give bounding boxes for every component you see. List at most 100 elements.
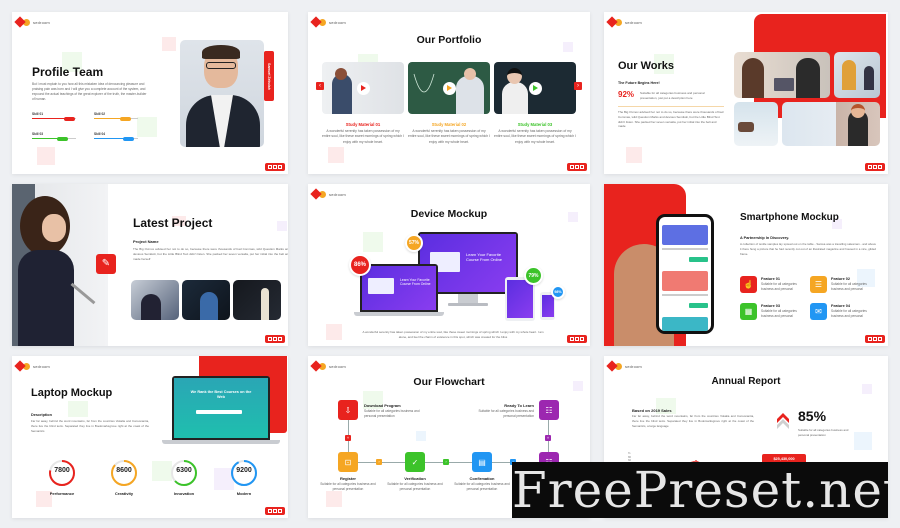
slide-nav-buttons[interactable]	[567, 335, 587, 343]
card-text: A wonderful serenity has taken possessio…	[494, 129, 576, 144]
step-desc: Suitable for all categories business and…	[387, 482, 443, 491]
pencil-icon: ✎	[96, 254, 116, 274]
decor-square	[626, 147, 642, 163]
percent-badge: 57%	[405, 234, 423, 252]
slide-subtitle: Based on 2019 Sales	[632, 408, 672, 413]
play-button[interactable]	[356, 81, 370, 95]
slide-nav-buttons[interactable]	[265, 335, 285, 343]
slide-nav-buttons[interactable]	[865, 163, 885, 171]
card-title: Study Material 02	[431, 122, 467, 127]
stat-description: Suitable for all categories business and…	[798, 428, 849, 437]
course-line	[662, 294, 708, 296]
slide-nav-buttons[interactable]	[865, 335, 885, 343]
skill-bar: Skill 04	[94, 132, 138, 141]
slide-our-works[interactable]: sedroom Our Works The Future Begins Here…	[604, 12, 888, 174]
slide-profile-team[interactable]: sedroom Profile Team But I must explain …	[12, 12, 288, 174]
play-button[interactable]	[442, 81, 456, 95]
stat-label: Performance	[49, 491, 75, 496]
laptop-base	[354, 312, 444, 316]
step-desc: Suitable for all categories business and…	[454, 482, 510, 491]
feature-item: ✉ Feature 04 Suitable for all categories b…	[810, 303, 870, 323]
person-head	[335, 68, 347, 80]
prev-arrow-button[interactable]: ‹	[316, 82, 324, 90]
stat-value: 92%	[618, 90, 635, 99]
slide-laptop-mockup[interactable]: sedroom Laptop Mockup Description Far fa…	[12, 356, 288, 518]
brand-logo: sedroom	[606, 16, 642, 28]
decor-square	[152, 461, 172, 481]
slide-title: Latest Project	[133, 216, 213, 230]
chevron-down-icon: ˅	[345, 435, 351, 441]
skill-bar: Skill 02	[94, 112, 138, 121]
stat-ring: 8600 Creativity	[110, 459, 138, 496]
laptop: We Rank the Best Courses on the Web	[172, 376, 270, 440]
slide-our-portfolio[interactable]: sedroom Our Portfolio ‹ › Study Material…	[308, 12, 590, 174]
monitor-base	[448, 303, 488, 306]
person-figure	[332, 74, 352, 114]
phone-screen	[659, 217, 711, 331]
person-hair	[202, 45, 240, 59]
step-desc: Suitable for all categories business and…	[320, 482, 376, 491]
feature-item: ☝ Feature 01 Suitable for all categories b…	[740, 276, 800, 296]
list-icon: ☰	[810, 276, 827, 293]
slide-title: Our Portfolio	[416, 34, 482, 46]
slide-title: Profile Team	[32, 65, 104, 79]
work-photo	[734, 102, 778, 146]
next-arrow-button[interactable]: ›	[574, 82, 582, 90]
course-banner	[662, 317, 708, 331]
person-figure	[261, 288, 269, 320]
course-banner	[662, 225, 708, 245]
play-button[interactable]	[528, 81, 542, 95]
work-photo	[834, 52, 880, 98]
project-photo	[131, 280, 179, 320]
portfolio-card[interactable]	[494, 62, 576, 114]
feature-item: ▦ Feature 03 Suitable for all categories b…	[740, 303, 800, 323]
hand-pointer-icon: ☝	[740, 276, 757, 293]
brand-logo: sedroom	[310, 360, 346, 372]
laptop-screen: Learn Your Favorite Course From Online	[362, 266, 436, 310]
person-head	[42, 214, 66, 242]
chevron-up-stack-icon	[777, 413, 789, 429]
slide-device-mockup[interactable]: sedroom Device Mockup Learn Your Favorit…	[308, 184, 590, 346]
decor-square	[326, 324, 342, 340]
slide-smartphone-mockup[interactable]: Smartphone Mockup A Partnership In Disco…	[604, 184, 888, 346]
slide-body: A wonderful serenity has taken possessio…	[362, 330, 544, 339]
decor-square	[363, 232, 383, 252]
step-desc: Suitable for all categories business and…	[478, 409, 534, 418]
slide-nav-buttons[interactable]	[265, 163, 285, 171]
decor-square	[162, 37, 176, 51]
stat-value: 85%	[798, 408, 827, 424]
stat-description: Suitable for all categories business and…	[640, 91, 705, 100]
step-title: Ready To Learn	[504, 403, 534, 408]
brand-logo: sedroom	[606, 360, 642, 372]
decor-square	[328, 147, 344, 163]
brand-logo: sedroom	[310, 188, 346, 200]
card-title: Study Material 01	[345, 122, 381, 127]
person-head	[851, 104, 865, 118]
watermark: FreePreset.net	[512, 462, 888, 518]
work-photo	[734, 52, 830, 98]
slide-body: The Big Oxmox advised her not to do so, …	[133, 247, 288, 261]
person-head	[464, 68, 476, 80]
card-text: A wonderful serenity has taken possessio…	[408, 129, 490, 144]
slide-title: Our Works	[618, 60, 675, 72]
card-title: Study Material 03	[517, 122, 553, 127]
portfolio-card[interactable]	[408, 62, 490, 114]
marker	[70, 282, 96, 305]
slide-body: But I must explain to you how all this m…	[32, 82, 147, 101]
slide-nav-buttons[interactable]	[567, 163, 587, 171]
portfolio-card[interactable]	[322, 62, 404, 114]
smartphone	[656, 214, 714, 334]
register-icon: ⊡	[338, 452, 358, 472]
decor-square	[137, 117, 157, 137]
slide-body: A collection of textile samples lay spre…	[740, 242, 876, 256]
slide-subtitle: Project Name	[133, 239, 159, 244]
brand-logo: sedroom	[14, 16, 50, 28]
slide-nav-buttons[interactable]	[265, 507, 285, 515]
verification-icon: ✓	[405, 452, 425, 472]
stat-label: Modern	[236, 491, 252, 496]
laptop: Learn Your Favorite Course From Online	[360, 264, 438, 312]
person-figure	[456, 76, 484, 114]
laptop-screen: We Rank the Best Courses on the Web	[174, 378, 268, 438]
slide-title: Annual Report	[711, 376, 781, 387]
slide-latest-project[interactable]: ✎ Latest Project Project Name The Big Ox…	[12, 184, 288, 346]
